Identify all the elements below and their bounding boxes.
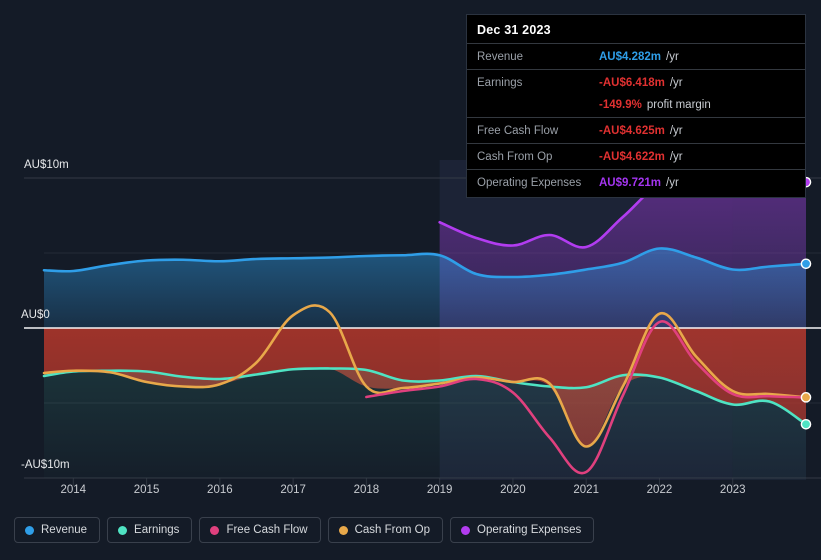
x-axis-label-2022: 2022	[646, 484, 673, 496]
tooltip-row-value: AU$4.282m	[599, 51, 662, 63]
endpoint-marker-cash-from-op	[800, 392, 812, 403]
tooltip-row-unit: /yr	[666, 51, 679, 63]
x-axis-label-2016: 2016	[207, 484, 233, 496]
legend-color-dot-icon	[210, 525, 220, 535]
tooltip-row-unit: /yr	[666, 177, 679, 189]
legend-item-label: Operating Expenses	[477, 524, 582, 536]
tooltip-row: -149.9% profit margin	[467, 95, 805, 117]
x-axis-label-2015: 2015	[133, 484, 160, 496]
tooltip-row-unit: profit margin	[646, 99, 711, 111]
tooltip-row-unit: /yr	[669, 151, 683, 163]
x-axis-label-2023: 2023	[719, 484, 746, 496]
legend-item-label: Revenue	[41, 524, 88, 536]
legend-item-operating-expenses[interactable]: Operating Expenses	[450, 517, 595, 543]
tooltip-row: Cash From Op -AU$4.622m/yr	[467, 143, 805, 169]
legend-color-dot-icon	[338, 525, 348, 535]
tooltip-row-label: Earnings	[477, 77, 523, 89]
tooltip-title: Dec 31 2023	[477, 23, 551, 37]
legend-item-free-cash-flow[interactable]: Free Cash Flow	[199, 517, 321, 543]
chart-root: AU$10m AU$0 -AU$10m 2014 2015 2016 2017 2018…	[0, 0, 821, 560]
tooltip-row-label: Operating Expenses	[477, 177, 582, 189]
x-axis-label-2018: 2018	[353, 484, 380, 496]
tooltip-row-value: -AU$4.625m	[599, 125, 665, 137]
legend-color-dot-icon	[25, 525, 34, 535]
tooltip-row: Earnings -AU$6.418m/yr	[467, 69, 805, 95]
legend-item-label: Free Cash Flow	[226, 524, 308, 536]
x-axis-label-2014: 2014	[60, 484, 87, 496]
tooltip-row: Operating Expenses AU$9.721m/yr	[467, 169, 805, 195]
tooltip-row-value: -AU$6.418m	[599, 77, 665, 89]
tooltip-row: Revenue AU$4.282m/yr	[467, 43, 805, 69]
tooltip-row-unit: /yr	[669, 77, 683, 89]
legend-item-revenue[interactable]: Revenue	[14, 517, 101, 543]
x-axis-label-2017: 2017	[280, 484, 306, 496]
endpoint-marker-earnings	[800, 418, 812, 430]
tooltip-row-unit: /yr	[669, 125, 683, 137]
y-axis-label-bottom: -AU$10m	[21, 459, 70, 471]
tooltip-row-label: Free Cash Flow	[477, 125, 559, 137]
legend-item-label: Earnings	[134, 524, 180, 536]
legend-item-label: Cash From Op	[354, 524, 431, 536]
tooltip-row-label: Cash From Op	[477, 151, 553, 163]
endpoint-marker-revenue	[800, 258, 812, 270]
legend-color-dot-icon	[118, 525, 128, 535]
legend-color-dot-icon	[461, 525, 471, 535]
tooltip-row-value: -AU$4.622m	[599, 151, 665, 163]
x-axis-label-2019: 2019	[426, 484, 453, 496]
tooltip-row-value: -149.9%	[599, 99, 642, 111]
y-axis-label-top: AU$10m	[24, 159, 69, 171]
tooltip-rows: Revenue AU$4.282m/yr Earnings -AU$6.418m/yr…	[467, 43, 805, 195]
y-axis-label-zero: AU$0	[21, 309, 50, 321]
x-axis-label-2021: 2021	[573, 484, 599, 496]
chart-legend: Revenue Earnings Free Cash Flow Cash From O…	[14, 517, 595, 543]
tooltip-row-value: AU$9.721m	[599, 177, 662, 189]
x-axis-label-2020: 2020	[500, 484, 526, 496]
legend-item-earnings[interactable]: Earnings	[107, 517, 193, 543]
tooltip-row-label: Revenue	[477, 51, 524, 63]
tooltip-row: Free Cash Flow -AU$4.625m/yr	[467, 117, 805, 143]
legend-item-cash-from-op[interactable]: Cash From Op	[327, 517, 444, 543]
data-tooltip: Dec 31 2023 Revenue AU$4.282m/yr Earnings -…	[466, 14, 806, 198]
